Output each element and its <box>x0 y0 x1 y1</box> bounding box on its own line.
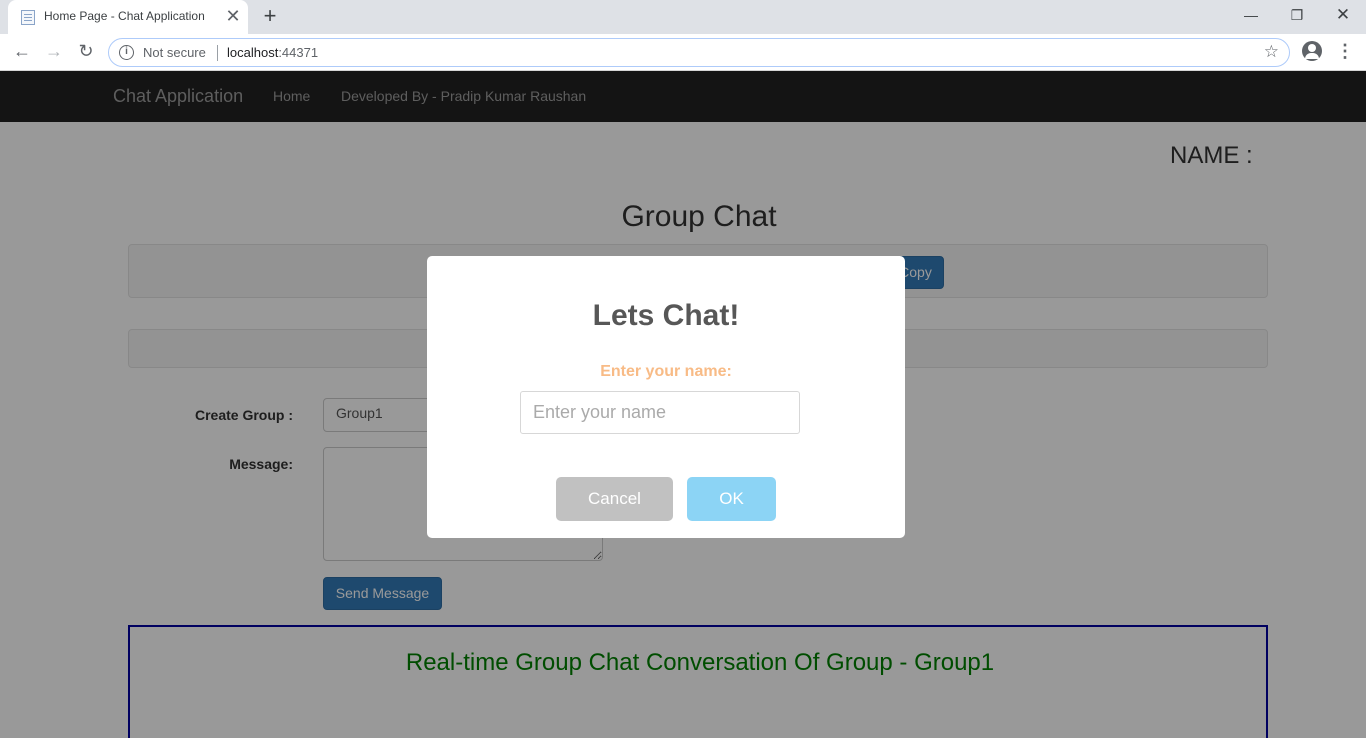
page-favicon-icon <box>21 10 35 25</box>
cancel-button[interactable]: Cancel <box>556 477 673 521</box>
bookmark-star-icon[interactable]: ☆ <box>1264 42 1279 62</box>
account-icon[interactable] <box>1302 41 1322 61</box>
address-divider <box>217 45 218 61</box>
url-port: :44371 <box>278 45 319 60</box>
forward-icon[interactable]: → <box>42 39 66 63</box>
dialog-title: Lets Chat! <box>592 299 740 332</box>
url-host: localhost <box>227 45 279 60</box>
name-prompt-dialog: Lets Chat! Enter your name: Cancel OK <box>427 256 905 538</box>
url-text[interactable]: localhost:44371 <box>227 45 318 60</box>
reload-icon[interactable]: ↻ <box>74 39 98 63</box>
tab-title: Home Page - Chat Application <box>44 9 205 23</box>
back-icon[interactable]: ← <box>10 39 34 63</box>
dialog-label: Enter your name: <box>600 363 732 380</box>
address-bar[interactable]: i Not secure localhost:44371 ☆ <box>108 38 1290 67</box>
new-tab-icon[interactable]: + <box>259 4 281 28</box>
browser-tab[interactable]: Home Page - Chat Application ✕ <box>8 0 248 34</box>
ok-button[interactable]: OK <box>687 477 776 521</box>
browser-menu-icon[interactable]: ⋮ <box>1336 39 1354 63</box>
security-label[interactable]: Not secure <box>143 45 206 60</box>
name-input[interactable] <box>520 391 800 434</box>
browser-toolbar: ← → ↻ i Not secure localhost:44371 ☆ ⋮ <box>0 34 1366 71</box>
minimize-icon[interactable]: — <box>1228 0 1274 30</box>
info-icon[interactable]: i <box>119 45 134 60</box>
window-close-icon[interactable]: ✕ <box>1320 0 1366 30</box>
browser-tab-strip: Home Page - Chat Application ✕ + — ❐ ✕ <box>0 0 1366 34</box>
tab-close-icon[interactable]: ✕ <box>224 6 242 26</box>
restore-icon[interactable]: ❐ <box>1274 0 1320 30</box>
